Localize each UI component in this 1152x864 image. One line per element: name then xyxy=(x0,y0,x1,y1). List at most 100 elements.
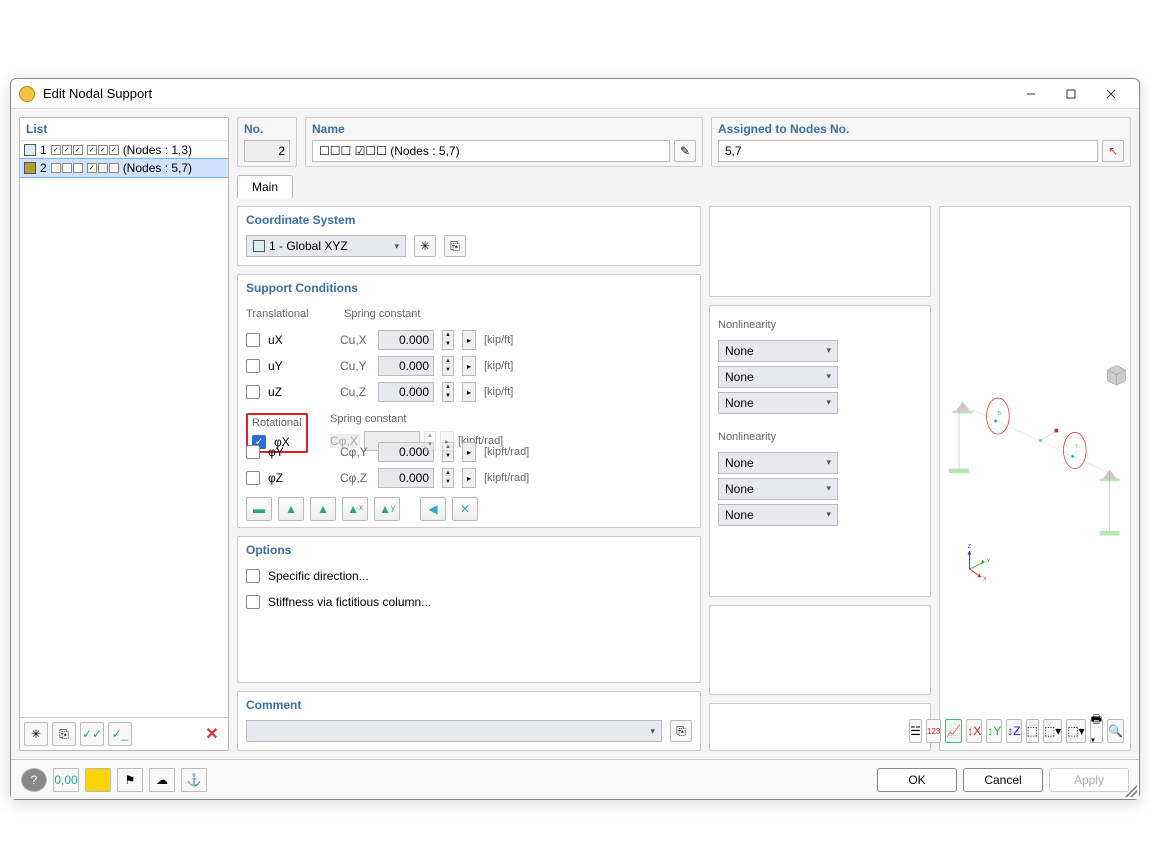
phiy-check[interactable] xyxy=(246,445,260,459)
list-row[interactable]: 1 ✓✓✓ ✓✓✓ (Nodes : 1,3) xyxy=(20,141,228,159)
comment-panel: Comment ▾ ⎘ xyxy=(237,691,701,751)
pick-nodes-icon[interactable]: ↖ xyxy=(1102,140,1124,162)
new-cs-icon[interactable]: ✳ xyxy=(414,235,436,257)
more-icon[interactable]: ▸ xyxy=(462,382,476,402)
uy-spring-input[interactable] xyxy=(378,356,434,376)
preview-toolbar: ☱ 123 📈 ↕X ↕Y ↕Z ⬚ ⬚▾ ⬚▾ 🖶▾ 🔍 xyxy=(946,718,1124,744)
phiz-nonlin-combo[interactable]: None▾ xyxy=(718,504,838,526)
view-wire-icon[interactable]: ⬚▾ xyxy=(1066,719,1085,743)
nonlinearity-panel: Nonlinearity None▾ None▾ None▾ Nonlinear… xyxy=(709,305,931,597)
dialog-window: Edit Nodal Support List 1 ✓✓✓ ✓✓✓ (Nodes… xyxy=(10,78,1140,800)
color-icon[interactable] xyxy=(85,768,111,792)
list-header: List xyxy=(20,118,228,141)
more-icon[interactable]: ▸ xyxy=(462,442,476,462)
spinner[interactable]: ▲▼ xyxy=(442,382,454,402)
units-icon[interactable]: 0,00 xyxy=(53,768,79,792)
view-y-icon[interactable]: ↕Y xyxy=(986,719,1002,743)
show-numbers-icon[interactable]: ☱ xyxy=(909,719,922,743)
more-icon[interactable]: ▸ xyxy=(462,468,476,488)
list-pane: List 1 ✓✓✓ ✓✓✓ (Nodes : 1,3) 2 ✓ (Nodes … xyxy=(19,117,229,751)
uy-nonlin-combo[interactable]: None▾ xyxy=(718,366,838,388)
print-icon[interactable]: 🖶▾ xyxy=(1090,719,1103,743)
no-input[interactable] xyxy=(244,140,290,162)
svg-text:7: 7 xyxy=(1075,445,1078,451)
color-swatch xyxy=(24,162,36,174)
edit-name-icon[interactable]: ✎ xyxy=(674,140,696,162)
uz-check[interactable] xyxy=(246,385,260,399)
options-panel: Options Specific direction... Stiffness … xyxy=(237,536,701,683)
comment-combo[interactable]: ▾ xyxy=(246,720,662,742)
color-swatch xyxy=(24,144,36,156)
ok-button[interactable]: OK xyxy=(877,768,957,792)
view-cube-icon[interactable] xyxy=(1107,365,1125,385)
view-x-icon[interactable]: ↕X xyxy=(966,719,982,743)
uncheck-all-icon[interactable]: ✓_ xyxy=(108,722,132,746)
name-input[interactable] xyxy=(312,140,670,162)
render-icon[interactable]: ☁ xyxy=(149,768,175,792)
spinner[interactable]: ▲▼ xyxy=(442,330,454,350)
ux-check[interactable] xyxy=(246,333,260,347)
uz-spring-input[interactable] xyxy=(378,382,434,402)
comment-spacer xyxy=(709,703,931,751)
spinner: ▲▼ xyxy=(424,431,436,451)
view-graph-icon[interactable]: 📈 xyxy=(945,719,962,743)
dialog-footer: ? 0,00 ⚑ ☁ ⚓ OK Cancel Apply xyxy=(11,759,1139,799)
uz-nonlin-combo[interactable]: None▾ xyxy=(718,392,838,414)
view-iso-icon[interactable]: ⬚ xyxy=(1026,719,1039,743)
phiz-check[interactable] xyxy=(246,471,260,485)
maximize-button[interactable] xyxy=(1051,80,1091,108)
more-icon[interactable]: ▸ xyxy=(462,356,476,376)
list-toolbar: ✳ ⎘ ✓✓ ✓_ ✕ xyxy=(20,717,228,750)
spinner[interactable]: ▲▼ xyxy=(442,468,454,488)
resize-grip[interactable] xyxy=(1125,785,1137,797)
assigned-input[interactable] xyxy=(718,140,1098,162)
uy-check[interactable] xyxy=(246,359,260,373)
cancel-button[interactable]: Cancel xyxy=(963,768,1043,792)
display-icon[interactable]: ⚑ xyxy=(117,768,143,792)
preview-3d[interactable]: 5 7 Z Y X ☱ 123 xyxy=(939,206,1131,751)
no-field: No. xyxy=(237,117,297,167)
app-icon xyxy=(19,86,35,102)
close-button[interactable] xyxy=(1091,80,1131,108)
minimize-button[interactable] xyxy=(1011,80,1051,108)
view-persp-icon[interactable]: ⬚▾ xyxy=(1043,719,1062,743)
svg-text:Y: Y xyxy=(987,559,991,565)
svg-text:5: 5 xyxy=(998,411,1001,417)
support-preset-6-icon[interactable]: ◀ xyxy=(420,497,446,521)
view-123-icon[interactable]: 123 xyxy=(926,719,941,743)
fictitious-col-check[interactable] xyxy=(246,595,260,609)
ux-spring-input[interactable] xyxy=(378,330,434,350)
support-panel: Support Conditions Translational Spring … xyxy=(237,274,701,528)
help-icon[interactable]: ? xyxy=(21,768,47,792)
delete-icon[interactable]: ✕ xyxy=(200,722,224,746)
apply-button[interactable]: Apply xyxy=(1049,768,1129,792)
svg-text:X: X xyxy=(983,577,987,583)
svg-text:Z: Z xyxy=(968,544,972,550)
anchor-icon[interactable]: ⚓ xyxy=(181,768,207,792)
support-preset-5-icon[interactable]: ▲ʸ xyxy=(374,497,400,521)
options-spacer xyxy=(709,605,931,696)
support-preset-1-icon[interactable]: ▬ xyxy=(246,497,272,521)
assigned-field: Assigned to Nodes No. ↖ xyxy=(711,117,1131,167)
copy-icon[interactable]: ⎘ xyxy=(52,722,76,746)
tab-main[interactable]: Main xyxy=(237,175,293,198)
specific-dir-check[interactable] xyxy=(246,569,260,583)
phiz-spring-input[interactable] xyxy=(378,468,434,488)
phiy-nonlin-combo[interactable]: None▾ xyxy=(718,478,838,500)
comment-lib-icon[interactable]: ⎘ xyxy=(670,720,692,742)
edit-cs-icon[interactable]: ⎘ xyxy=(444,235,466,257)
spinner[interactable]: ▲▼ xyxy=(442,356,454,376)
support-preset-3-icon[interactable]: ▲ xyxy=(310,497,336,521)
coord-system-combo[interactable]: 1 - Global XYZ ▾ xyxy=(246,235,406,257)
check-all-icon[interactable]: ✓✓ xyxy=(80,722,104,746)
view-z-icon[interactable]: ↕Z xyxy=(1006,719,1021,743)
more-icon[interactable]: ▸ xyxy=(462,330,476,350)
phix-nonlin-combo[interactable]: None▾ xyxy=(718,452,838,474)
list-row[interactable]: 2 ✓ (Nodes : 5,7) xyxy=(20,159,228,177)
ux-nonlin-combo[interactable]: None▾ xyxy=(718,340,838,362)
new-icon[interactable]: ✳ xyxy=(24,722,48,746)
reset-view-icon[interactable]: 🔍 xyxy=(1107,719,1124,743)
support-preset-7-icon[interactable]: ✕ xyxy=(452,497,478,521)
support-preset-4-icon[interactable]: ▲ˣ xyxy=(342,497,368,521)
support-preset-2-icon[interactable]: ▲ xyxy=(278,497,304,521)
